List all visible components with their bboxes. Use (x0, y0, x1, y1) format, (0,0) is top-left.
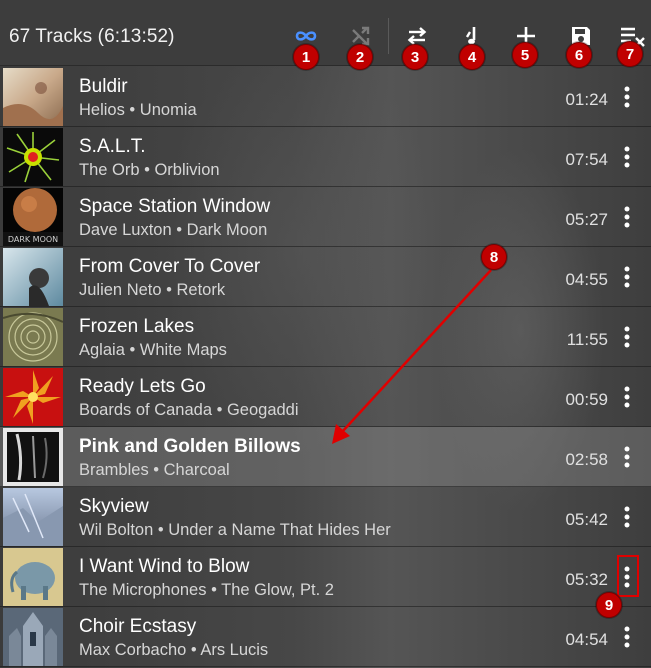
track-artist-album: Wil Bolton • Under a Name That Hides Her (79, 521, 391, 539)
album-cover (3, 548, 63, 606)
track-row[interactable]: Skyview Wil Bolton • Under a Name That H… (0, 487, 651, 547)
more-vertical-icon (624, 386, 630, 408)
track-title: Skyview (79, 496, 149, 517)
track-duration: 05:42 (565, 510, 608, 529)
track-title: Buldir (79, 76, 128, 97)
track-title: S.A.L.T. (79, 136, 146, 157)
album-cover (3, 248, 63, 306)
track-menu-button[interactable] (615, 203, 639, 231)
track-count: 67 Tracks (6:13:52) (9, 26, 175, 47)
track-duration: 00:59 (565, 390, 608, 409)
track-title: I Want Wind to Blow (79, 556, 250, 577)
track-row[interactable]: DARK MOON Space Station Window Dave Luxt… (0, 187, 651, 247)
track-artist-album: The Microphones • The Glow, Pt. 2 (79, 581, 334, 599)
track-row[interactable]: Frozen Lakes Aglaia • White Maps 11:55 (0, 307, 651, 367)
track-title: From Cover To Cover (79, 256, 261, 277)
toolbar-divider (388, 18, 389, 54)
track-row[interactable]: From Cover To Cover Julien Neto • Retork… (0, 247, 651, 307)
more-vertical-icon (624, 266, 630, 288)
more-vertical-icon (624, 626, 630, 648)
track-duration: 04:55 (565, 270, 608, 289)
track-row[interactable]: Choir Ecstasy Max Corbacho • Ars Lucis 0… (0, 607, 651, 667)
track-row[interactable]: I Want Wind to Blow The Microphones • Th… (0, 547, 651, 607)
callout-5: 5 (512, 42, 538, 68)
track-menu-button[interactable] (615, 323, 639, 351)
track-duration: 05:32 (565, 570, 608, 589)
album-cover (3, 308, 63, 366)
album-cover (3, 428, 63, 486)
track-list: Buldir Helios • Unomia 01:24 S.A.L.T. Th… (0, 67, 651, 667)
track-artist-album: Aglaia • White Maps (79, 341, 227, 359)
cover-text: DARK MOON (8, 235, 58, 244)
callout-9: 9 (596, 592, 622, 618)
track-artist-album: Max Corbacho • Ars Lucis (79, 641, 269, 659)
album-cover (3, 68, 63, 126)
track-menu-button[interactable] (615, 443, 639, 471)
track-row[interactable]: Buldir Helios • Unomia 01:24 (0, 67, 651, 127)
track-duration: 05:27 (565, 210, 608, 229)
track-row-current[interactable]: Pink and Golden Billows Brambles • Charc… (0, 427, 651, 487)
track-menu-button[interactable] (615, 623, 639, 651)
more-vertical-icon (624, 206, 630, 228)
track-artist-album: Helios • Unomia (79, 101, 197, 119)
track-title: Space Station Window (79, 196, 271, 217)
track-menu-button[interactable] (615, 503, 639, 531)
queue-toolbar: 67 Tracks (6:13:52) 1 2 3 4 5 6 7 (0, 0, 651, 70)
track-duration: 04:54 (565, 630, 608, 649)
track-title: Frozen Lakes (79, 316, 195, 337)
track-menu-button[interactable] (615, 83, 639, 111)
album-cover (3, 368, 63, 426)
album-cover (3, 128, 63, 186)
track-artist-album: Boards of Canada • Geogaddi (79, 401, 299, 419)
track-artist-album: Dave Luxton • Dark Moon (79, 221, 268, 239)
play-queue: 67 Tracks (6:13:52) 1 2 3 4 5 6 7 Buldir… (0, 0, 651, 668)
more-vertical-icon (624, 146, 630, 168)
track-title: Choir Ecstasy (79, 616, 197, 637)
album-cover (3, 488, 63, 546)
track-menu-button[interactable] (615, 383, 639, 411)
callout-6: 6 (566, 42, 592, 68)
track-artist-album: Julien Neto • Retork (79, 281, 226, 299)
track-artist-album: The Orb • Orblivion (79, 161, 220, 179)
track-row[interactable]: S.A.L.T. The Orb • Orblivion 07:54 (0, 127, 651, 187)
track-menu-button[interactable] (615, 263, 639, 291)
track-menu-button[interactable] (615, 143, 639, 171)
callout-8: 8 (481, 244, 507, 270)
track-duration: 07:54 (565, 150, 608, 169)
track-duration: 11:55 (566, 330, 608, 349)
more-vertical-icon (624, 506, 630, 528)
album-cover (3, 608, 63, 666)
callout-7: 7 (617, 41, 643, 67)
track-artist-album: Brambles • Charcoal (79, 461, 230, 479)
track-row[interactable]: Ready Lets Go Boards of Canada • Geogadd… (0, 367, 651, 427)
more-vertical-icon (624, 326, 630, 348)
track-duration: 01:24 (565, 90, 608, 109)
more-vertical-icon (624, 86, 630, 108)
track-title: Ready Lets Go (79, 376, 206, 397)
more-vertical-icon (624, 446, 630, 468)
album-cover: DARK MOON (3, 188, 63, 246)
track-duration: 02:58 (565, 450, 608, 469)
track-title: Pink and Golden Billows (79, 436, 301, 457)
annotation-highlight-box (617, 555, 639, 597)
